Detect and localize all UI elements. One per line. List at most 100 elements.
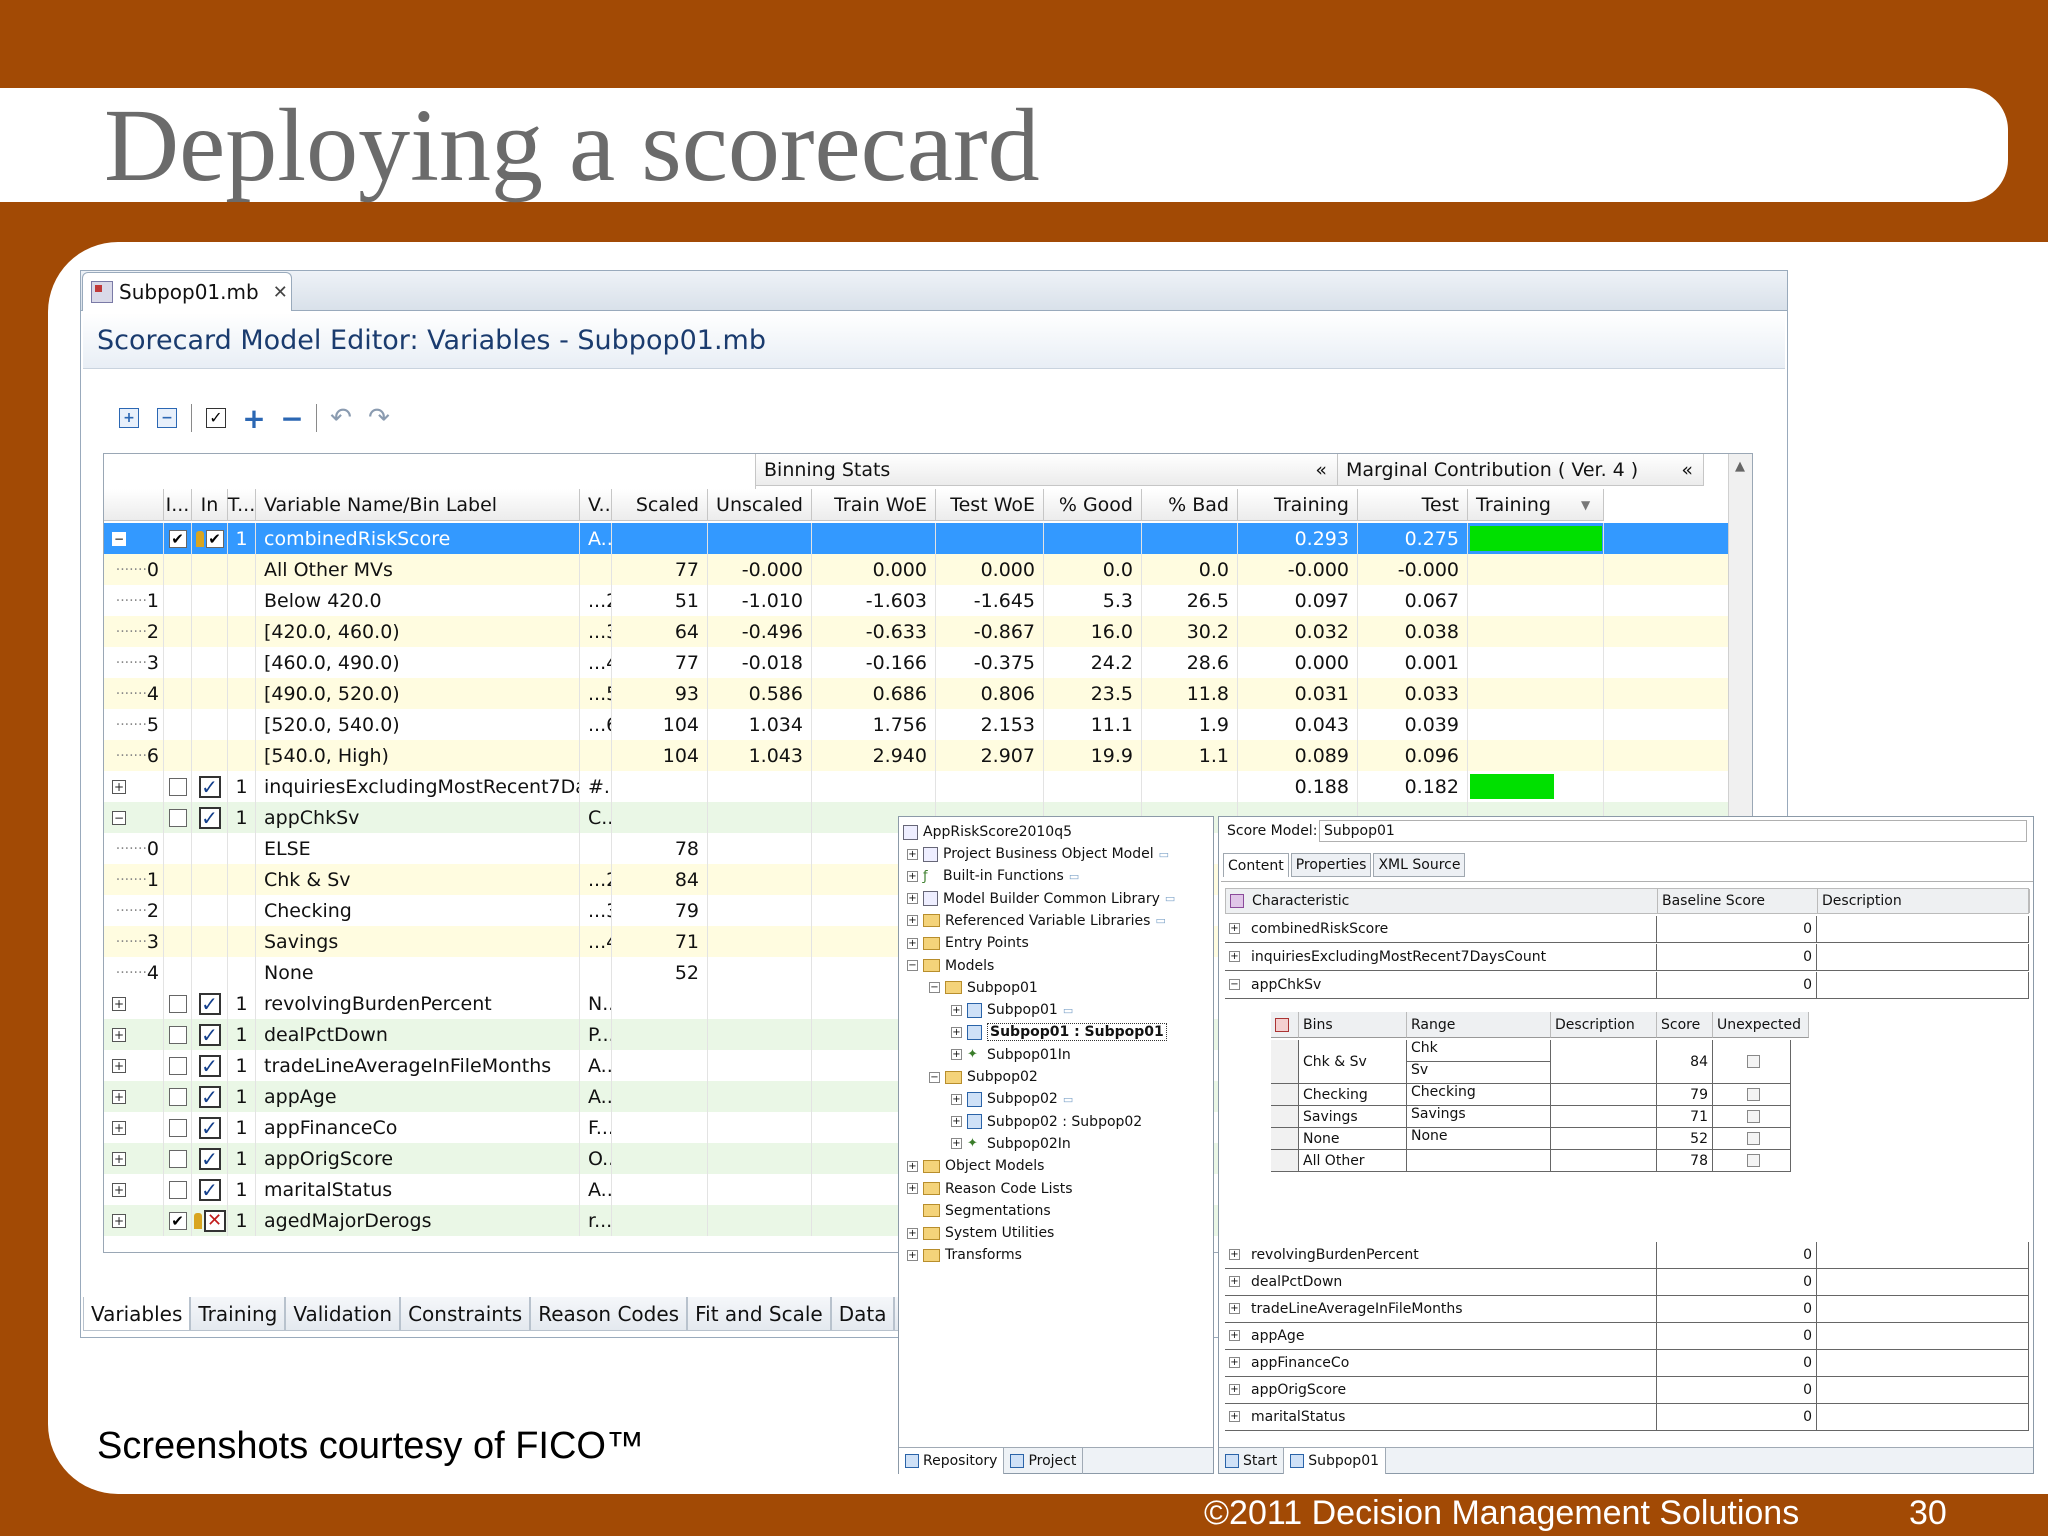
column-header[interactable]: Scaled: [612, 489, 708, 521]
expand-icon[interactable]: +: [112, 1058, 126, 1073]
expand-icon[interactable]: +: [951, 1004, 962, 1016]
include-cell[interactable]: [164, 1112, 192, 1143]
in-model-checkbox[interactable]: ✓: [198, 806, 221, 829]
bin-row[interactable]: ······· 6 [540.0, High) 104 1.043 2.940 2.907 1…: [104, 740, 1728, 771]
bin-row[interactable]: ·······2 [420.0, 460.0)...364-0.496-0.633…: [104, 616, 1728, 647]
include-cell[interactable]: [164, 1174, 192, 1205]
repository-root[interactable]: AppRiskScore2010q5: [903, 821, 1072, 843]
include-checkbox[interactable]: [168, 1087, 187, 1106]
expand-icon[interactable]: +: [112, 1151, 126, 1166]
excluded-x-icon[interactable]: ✕: [203, 1209, 226, 1232]
in-cell[interactable]: ✕: [192, 1205, 228, 1236]
in-model-checkbox[interactable]: ✓: [198, 1116, 221, 1139]
column-header[interactable]: Test: [1358, 489, 1468, 521]
include-cell[interactable]: [164, 1019, 192, 1050]
tree-item[interactable]: + Model Builder Common Library ▭: [907, 888, 1175, 910]
remove-button[interactable]: −: [278, 402, 306, 435]
tree-item[interactable]: + System Utilities: [907, 1222, 1054, 1244]
expand-icon[interactable]: +: [951, 1093, 962, 1105]
tab-data[interactable]: Data: [830, 1297, 895, 1331]
tab-start[interactable]: Start: [1219, 1448, 1285, 1474]
in-model-checkbox[interactable]: ✓: [198, 1085, 221, 1108]
in-model-checkbox[interactable]: ✓: [198, 1178, 221, 1201]
include-cell[interactable]: ✔: [164, 1205, 192, 1236]
in-cell[interactable]: ✔: [192, 523, 228, 554]
column-header[interactable]: Train WoE: [812, 489, 936, 521]
in-cell[interactable]: ✓: [192, 1081, 228, 1112]
include-cell[interactable]: [164, 771, 192, 802]
tree-item[interactable]: + Subpop01 ▭: [951, 999, 1073, 1021]
expand-icon[interactable]: +: [1229, 923, 1240, 934]
in-cell[interactable]: ✓: [192, 1174, 228, 1205]
tab-properties[interactable]: Properties: [1290, 853, 1372, 877]
column-header[interactable]: Variable Name/Bin Label: [256, 489, 580, 521]
collapse-icon[interactable]: −: [112, 531, 126, 546]
column-header[interactable]: Bins: [1299, 1012, 1407, 1038]
expand-icon[interactable]: +: [1229, 951, 1240, 962]
expand-icon[interactable]: +: [112, 1089, 126, 1104]
expand-icon[interactable]: +: [112, 1120, 126, 1135]
tab-reason-codes[interactable]: Reason Codes: [530, 1297, 688, 1331]
undo-button[interactable]: ↶: [327, 403, 355, 433]
tree-item[interactable]: + Reason Code Lists: [907, 1178, 1073, 1200]
column-header[interactable]: V...: [580, 489, 617, 521]
tree-item[interactable]: + Object Models: [907, 1155, 1044, 1177]
expand-icon[interactable]: +: [112, 996, 126, 1011]
include-checkbox[interactable]: [168, 1056, 187, 1075]
expand-icon[interactable]: +: [907, 893, 918, 905]
unexpected-checkbox[interactable]: [1747, 1055, 1760, 1068]
tab-constraints[interactable]: Constraints: [400, 1297, 531, 1331]
column-header[interactable]: Description: [1551, 1012, 1657, 1038]
expand-icon[interactable]: +: [1229, 1411, 1240, 1422]
column-header[interactable]: Score: [1657, 1012, 1713, 1038]
collapse-icon[interactable]: −: [1229, 979, 1240, 990]
include-checkbox[interactable]: ✔: [168, 529, 187, 548]
scroll-up-icon[interactable]: ▲: [1728, 454, 1752, 478]
characteristic-row[interactable]: + appFinanceCo 0: [1225, 1350, 2029, 1377]
in-cell[interactable]: ✓: [192, 1143, 228, 1174]
expand-icon[interactable]: +: [112, 1182, 126, 1197]
expand-icon[interactable]: +: [951, 1138, 962, 1150]
redo-button[interactable]: ↷: [365, 403, 393, 433]
include-checkbox[interactable]: [168, 1118, 187, 1137]
tree-item[interactable]: + Entry Points: [907, 932, 1029, 954]
tree-item[interactable]: + Subpop02 ▭: [951, 1088, 1073, 1110]
tab-content[interactable]: Content: [1223, 853, 1289, 877]
tab-training[interactable]: Training: [190, 1297, 286, 1331]
include-checkbox[interactable]: [168, 777, 187, 796]
tree-item[interactable]: + Project Business Object Model ▭: [907, 843, 1169, 865]
column-header[interactable]: Characteristic: [1248, 889, 1658, 913]
characteristic-row[interactable]: + tradeLineAverageInFileMonths 0: [1225, 1296, 2029, 1323]
tab-xml-source[interactable]: XML Source: [1373, 853, 1466, 877]
in-cell[interactable]: ✓: [192, 771, 228, 802]
check-button[interactable]: ✓: [202, 404, 230, 432]
include-cell[interactable]: [164, 988, 192, 1019]
expand-icon[interactable]: +: [1229, 1330, 1240, 1341]
column-header[interactable]: Description: [1818, 889, 2030, 913]
expand-icon[interactable]: +: [907, 915, 918, 927]
tree-item[interactable]: + Subpop02 : Subpop02: [951, 1111, 1142, 1133]
tree-item[interactable]: + ✦ Subpop02In: [951, 1133, 1071, 1155]
column-header[interactable]: Range: [1407, 1012, 1551, 1038]
unexpected-checkbox[interactable]: [1747, 1088, 1760, 1101]
expand-icon[interactable]: +: [1229, 1384, 1240, 1395]
editor-tab[interactable]: Subpop01.mb ✕: [82, 272, 292, 311]
in-model-checkbox[interactable]: ✓: [198, 1054, 221, 1077]
bin-row[interactable]: ·······4[490.0, 520.0)...5930.5860.6860.…: [104, 678, 1728, 709]
variable-row[interactable]: −✔✔1combinedRiskScoreA...0.2930.275: [104, 523, 1728, 554]
include-checkbox[interactable]: [168, 1025, 187, 1044]
characteristic-row[interactable]: + dealPctDown 0: [1225, 1269, 2029, 1296]
variable-row[interactable]: + ✓ 1inquiriesExcludingMostRecent7DaysCoun…: [104, 771, 1728, 802]
column-header[interactable]: In: [192, 489, 228, 521]
include-checkbox[interactable]: [168, 808, 187, 827]
column-header[interactable]: Training: [1238, 489, 1358, 521]
column-header[interactable]: % Bad: [1142, 489, 1238, 521]
expand-icon[interactable]: +: [951, 1026, 962, 1038]
characteristic-row[interactable]: + combinedRiskScore 0: [1225, 916, 2029, 943]
in-model-checkbox[interactable]: ✓: [198, 1147, 221, 1170]
include-checkbox[interactable]: [168, 1180, 187, 1199]
include-checkbox[interactable]: [168, 1149, 187, 1168]
close-icon[interactable]: ✕: [273, 282, 288, 303]
include-checkbox[interactable]: ✔: [168, 1211, 187, 1230]
tree-item[interactable]: − Subpop01: [929, 977, 1038, 999]
